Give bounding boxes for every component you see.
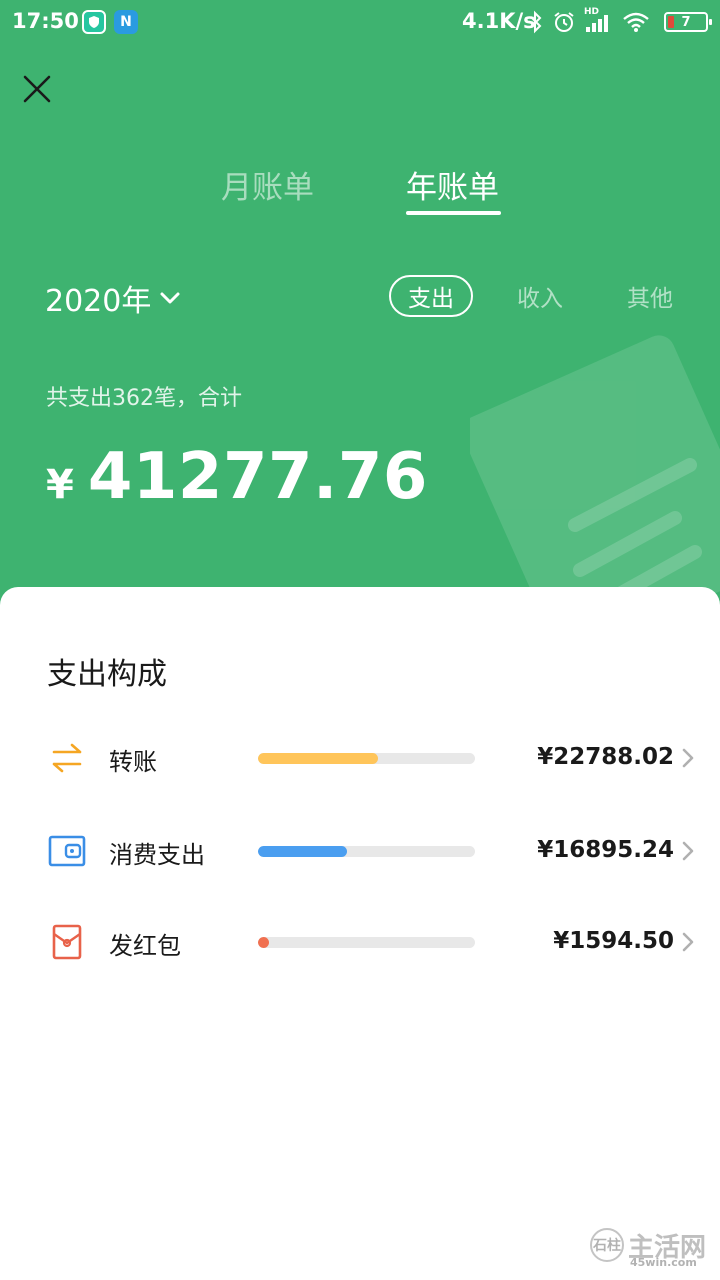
composition-row-consumption[interactable]: 消费支出 ¥16895.24 [0,821,720,881]
progress-fill [258,753,378,764]
document-illustration-icon [470,335,720,620]
watermark-logo-icon: 石柱 [590,1228,624,1262]
composition-row-transfer[interactable]: 转账 ¥22788.02 [0,728,720,788]
progress-fill [258,937,269,948]
row-amount: ¥16895.24 [537,837,674,863]
row-label: 发红包 [109,932,181,960]
status-icons: HD [528,7,650,36]
year-selector[interactable]: 2020年 [45,276,181,320]
alarm-icon [554,12,574,32]
watermark-url: 45win.com [630,1256,697,1269]
filter-expense-button[interactable]: 支出 [389,275,473,317]
red-packet-icon [52,924,82,960]
filter-income-button[interactable]: 收入 [517,275,563,317]
filter-other-label: 其他 [627,286,673,312]
composition-title: 支出构成 [47,657,167,692]
total-amount: ¥ 41277.76 [46,440,428,514]
shield-icon [82,10,106,34]
expense-composition-card: 支出构成 转账 ¥22788.02 消费支出 ¥16895.24 发红包 ¥15… [0,587,720,1280]
wifi-icon [623,12,649,32]
filter-income-label: 收入 [517,286,563,312]
chevron-right-icon [682,841,694,861]
site-watermark: 石柱 主活网 45win.com [590,1220,710,1270]
total-amount-value: 41277.76 [87,440,428,514]
expense-summary-text: 共支出362笔，合计 [46,386,242,411]
signal-icon: HD [584,7,614,34]
battery-level: 7 [681,14,691,30]
chevron-right-icon [682,932,694,952]
filter-expense-label: 支出 [408,286,454,312]
tab-monthly-bill[interactable]: 月账单 [221,162,314,207]
currency-symbol: ¥ [46,462,74,508]
chevron-right-icon [682,748,694,768]
filter-other-button[interactable]: 其他 [627,275,673,317]
progress-track [258,753,475,764]
row-amount: ¥1594.50 [553,928,674,954]
transfer-icon [52,743,82,773]
chevron-down-icon [160,292,180,304]
row-label: 消费支出 [109,841,205,869]
composition-row-red-packet[interactable]: 发红包 ¥1594.50 [0,912,720,972]
row-amount: ¥22788.02 [537,744,674,770]
status-time: 17:50 [12,9,79,33]
close-icon [23,75,51,103]
network-speed: 4.1K/s [462,9,536,33]
status-bar: 17:50 N 4.1K/s HD 7 [0,0,720,44]
battery-icon: 7 [664,12,712,32]
notification-app-icon: N [114,10,138,34]
header-background: 17:50 N 4.1K/s HD 7 月账单 年账单 2020年 支出 收入 … [0,0,720,620]
bluetooth-icon [530,10,542,34]
close-button[interactable] [18,70,56,108]
tab-yearly-bill[interactable]: 年账单 [406,162,499,207]
row-label: 转账 [109,748,157,776]
active-tab-indicator [406,211,501,215]
bill-period-tabs: 月账单 年账单 [0,150,720,220]
progress-track [258,937,475,948]
progress-fill [258,846,347,857]
wallet-icon [48,835,86,867]
progress-track [258,846,475,857]
year-label: 2020年 [45,284,152,319]
